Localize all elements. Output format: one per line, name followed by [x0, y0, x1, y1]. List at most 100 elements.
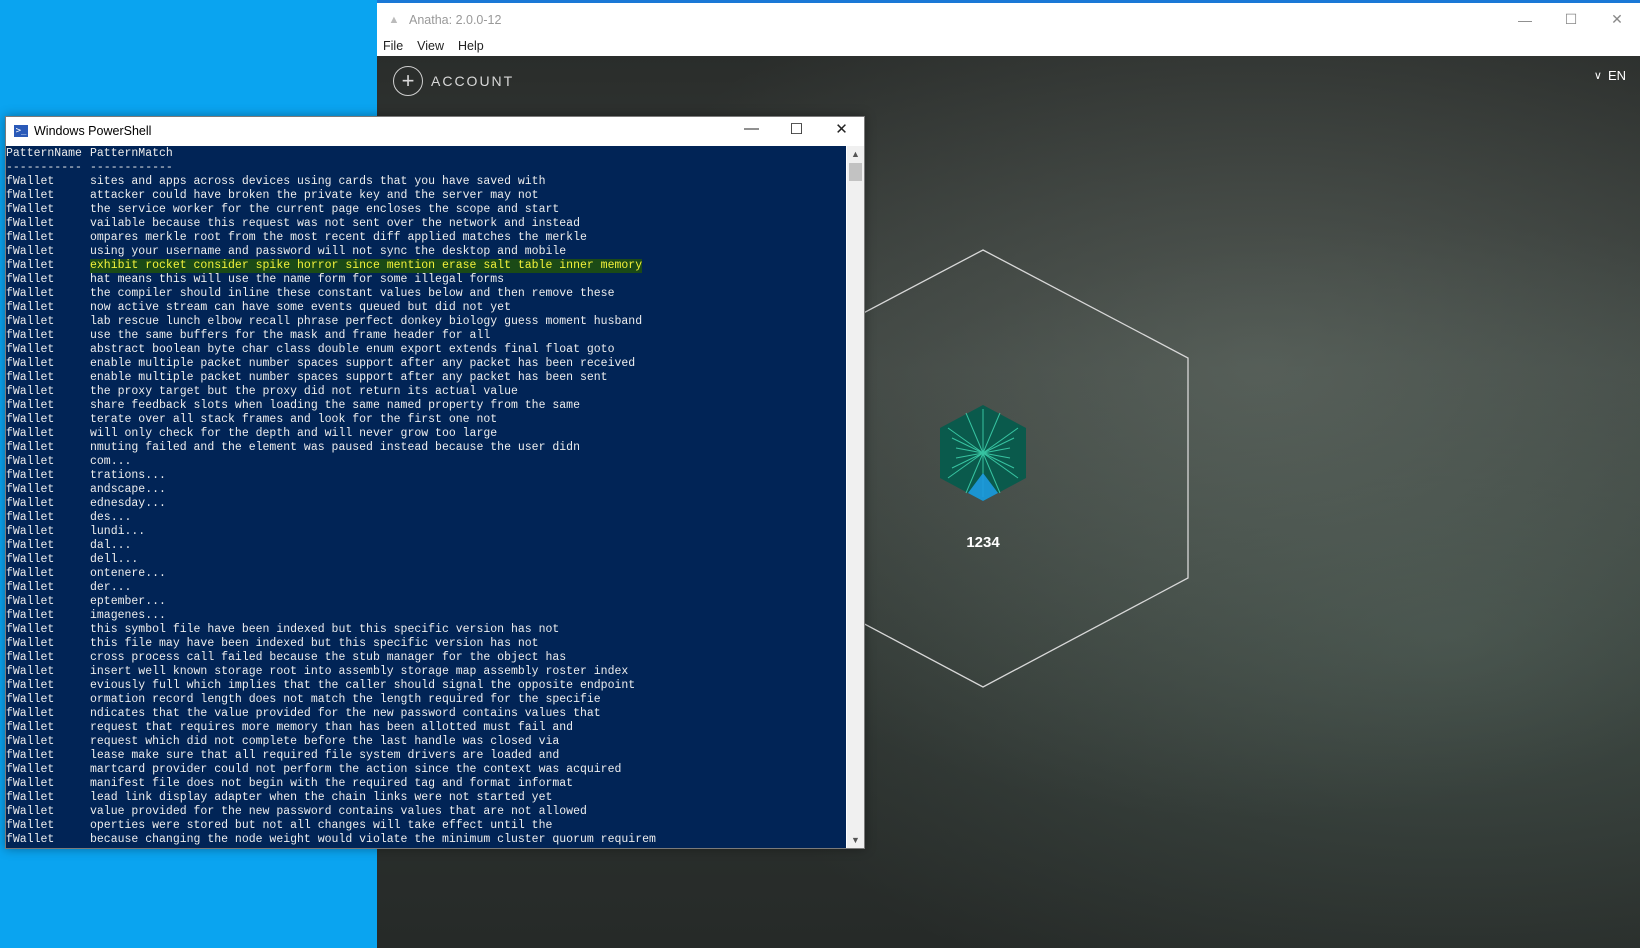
pattern-name-cell: fWallet [6, 343, 55, 356]
pattern-name-cell: fWallet [6, 175, 55, 188]
pattern-match-cell: eptember... [90, 595, 166, 608]
powershell-console[interactable]: PatternName PatternMatch ----------- ---… [6, 146, 846, 848]
scroll-up-icon[interactable]: ▲ [847, 146, 864, 162]
console-row: fWallet will only check for the depth and… [6, 427, 846, 441]
menu-help[interactable]: Help [458, 39, 484, 53]
console-row: fWallet ontenere... [6, 567, 846, 581]
pattern-name-cell: fWallet [6, 595, 55, 608]
pattern-match-cell: der... [90, 581, 132, 594]
minimize-icon[interactable]: — [729, 115, 774, 143]
pattern-name-cell: fWallet [6, 637, 55, 650]
console-row: fWallet share feedback slots when loading… [6, 399, 846, 413]
console-row: fWallet this symbol file have been indexe… [6, 623, 846, 637]
console-row: fWallet dell... [6, 553, 846, 567]
pattern-match-cell: des... [90, 511, 132, 524]
wallet-logo-icon[interactable] [938, 403, 1028, 503]
console-row: fWallet lease make sure that all required… [6, 749, 846, 763]
pattern-match-cell: trations... [90, 469, 166, 482]
pattern-match-cell: ormation record length does not match th… [90, 693, 601, 706]
pattern-name-cell: fWallet [6, 707, 55, 720]
minimize-icon[interactable]: — [1502, 3, 1548, 36]
maximize-icon[interactable]: ☐ [774, 115, 819, 143]
pattern-name-cell: fWallet [6, 749, 55, 762]
pattern-name-cell: fWallet [6, 525, 55, 538]
console-header-row: PatternName PatternMatch [6, 147, 846, 161]
header-pattern-name: PatternName [6, 147, 82, 160]
pattern-match-cell: com... [90, 455, 132, 468]
pattern-name-cell: fWallet [6, 539, 55, 552]
pattern-match-cell: hat means this will use the name form fo… [90, 273, 505, 286]
console-row: fWallet abstract boolean byte char class … [6, 343, 846, 357]
pattern-match-cell: imagenes... [90, 609, 166, 622]
console-row: fWallet attacker could have broken the pr… [6, 189, 846, 203]
scrollbar-thumb[interactable] [849, 163, 862, 181]
powershell-titlebar[interactable]: >_ Windows PowerShell — ☐ ✕ [6, 117, 864, 145]
maximize-icon[interactable]: ☐ [1548, 3, 1594, 36]
pattern-match-cell: abstract boolean byte char class double … [90, 343, 615, 356]
separator-pattern-match: ------------ [90, 161, 173, 174]
pattern-name-cell: fWallet [6, 217, 55, 230]
pattern-name-cell: fWallet [6, 371, 55, 384]
pattern-name-cell: fWallet [6, 441, 55, 454]
pattern-match-cell: the service worker for the current page … [90, 203, 560, 216]
console-row: fWallet use the same buffers for the mask… [6, 329, 846, 343]
console-row: fWallet andscape... [6, 483, 846, 497]
menu-file[interactable]: File [383, 39, 403, 53]
pattern-match-cell: lease make sure that all required file s… [90, 749, 560, 762]
pattern-match-cell: share feedback slots when loading the sa… [90, 399, 580, 412]
pattern-name-cell: fWallet [6, 791, 55, 804]
console-row: fWallet enable multiple packet number spa… [6, 371, 846, 385]
pattern-match-cell: enable multiple packet number spaces sup… [90, 371, 608, 384]
console-row: fWallet exhibit rocket consider spike hor… [6, 259, 846, 273]
pattern-match-cell: the compiler should inline these constan… [90, 287, 615, 300]
pattern-match-cell: dell... [90, 553, 139, 566]
console-row: fWallet vailable because this request was… [6, 217, 846, 231]
pattern-name-cell: fWallet [6, 427, 55, 440]
pattern-name-cell: fWallet [6, 231, 55, 244]
console-row: fWallet the proxy target but the proxy di… [6, 385, 846, 399]
pattern-name-cell: fWallet [6, 651, 55, 664]
console-row: fWallet the service worker for the curren… [6, 203, 846, 217]
console-row: fWallet dal... [6, 539, 846, 553]
console-row: fWallet this file may have been indexed b… [6, 637, 846, 651]
anatha-titlebar[interactable]: ▲ Anatha: 2.0.0-12 — ☐ ✕ [377, 3, 1640, 36]
console-row: fWallet lab rescue lunch elbow recall phr… [6, 315, 846, 329]
header-pattern-match: PatternMatch [90, 147, 173, 160]
pattern-name-cell: fWallet [6, 315, 55, 328]
console-row: fWallet eviously full which implies that … [6, 679, 846, 693]
menu-view[interactable]: View [417, 39, 444, 53]
console-separator-row: ----------- ------------ [6, 161, 846, 175]
pattern-match-cell: dal... [90, 539, 132, 552]
pattern-match-cell: using your username and password will no… [90, 245, 567, 258]
scroll-down-icon[interactable]: ▼ [847, 832, 864, 848]
pattern-match-cell: use the same buffers for the mask and fr… [90, 329, 491, 342]
pattern-match-cell: manifest file does not begin with the re… [90, 777, 574, 790]
pattern-match-cell: martcard provider could not perform the … [90, 763, 622, 776]
pattern-match-cell: now active stream can have some events q… [90, 301, 511, 314]
pattern-match-cell: lundi... [90, 525, 146, 538]
pattern-name-cell: fWallet [6, 329, 55, 342]
console-row: fWallet lead link display adapter when th… [6, 791, 846, 805]
pattern-name-cell: fWallet [6, 413, 55, 426]
console-row: fWallet manifest file does not begin with… [6, 777, 846, 791]
pattern-match-cell: terate over all stack frames and look fo… [90, 413, 498, 426]
pattern-name-cell: fWallet [6, 189, 55, 202]
console-row: fWallet request which did not complete be… [6, 735, 846, 749]
close-icon[interactable]: ✕ [1594, 3, 1640, 36]
anatha-window-title: Anatha: 2.0.0-12 [409, 12, 502, 27]
pattern-match-cell: insert well known storage root into asse… [90, 665, 629, 678]
pattern-name-cell: fWallet [6, 567, 55, 580]
console-row: fWallet eptember... [6, 595, 846, 609]
close-icon[interactable]: ✕ [819, 115, 864, 143]
console-row: fWallet value provided for the new passwo… [6, 805, 846, 819]
pattern-match-cell: ontenere... [90, 567, 166, 580]
console-scrollbar[interactable]: ▲ ▼ [847, 146, 864, 848]
wallet-name[interactable]: 1234 [933, 534, 1033, 551]
console-row: fWallet enable multiple packet number spa… [6, 357, 846, 371]
pattern-match-cell: because changing the node weight would v… [90, 833, 656, 846]
pattern-name-cell: fWallet [6, 777, 55, 790]
anatha-app-icon: ▲ [388, 13, 400, 26]
pattern-name-cell: fWallet [6, 385, 55, 398]
pattern-match-cell: exhibit rocket consider spike horror sin… [90, 259, 643, 273]
console-row: fWallet trations... [6, 469, 846, 483]
